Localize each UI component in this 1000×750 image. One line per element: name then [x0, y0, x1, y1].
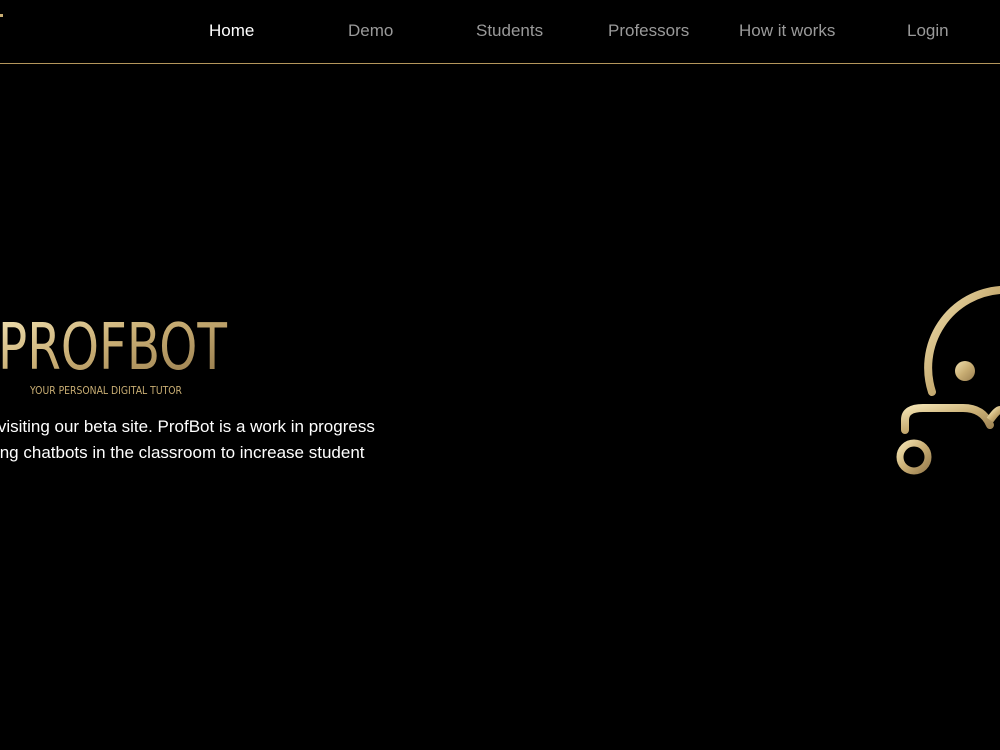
- logo-wordmark-text: PROFBOT: [0, 311, 228, 385]
- nav-home[interactable]: Home: [209, 20, 254, 42]
- nav-demo[interactable]: Demo: [348, 20, 393, 42]
- nav-professors[interactable]: Professors: [608, 20, 689, 42]
- home-page: Home Demo Students Professors How it wor…: [0, 0, 1000, 750]
- intro-line-1: or visiting our beta site. ProfBot is a …: [0, 417, 375, 436]
- profbot-logo: PROFBOT YOUR PERSONAL DIGITAL TUTOR: [0, 305, 240, 405]
- nav-students[interactable]: Students: [476, 20, 543, 42]
- nav-login[interactable]: Login: [907, 20, 949, 42]
- intro-line-2: using chatbots in the classroom to incre…: [0, 443, 365, 462]
- brand-logo-fragment[interactable]: [0, 14, 3, 17]
- profbot-wordmark: PROFBOT YOUR PERSONAL DIGITAL TUTOR: [0, 311, 228, 397]
- logo-tagline: YOUR PERSONAL DIGITAL TUTOR: [29, 384, 182, 397]
- profbot-robot-icon: [885, 280, 1000, 480]
- nav-how-it-works[interactable]: How it works: [739, 20, 835, 42]
- intro-text: or visiting our beta site. ProfBot is a …: [0, 414, 418, 466]
- top-navigation: Home Demo Students Professors How it wor…: [0, 0, 1000, 64]
